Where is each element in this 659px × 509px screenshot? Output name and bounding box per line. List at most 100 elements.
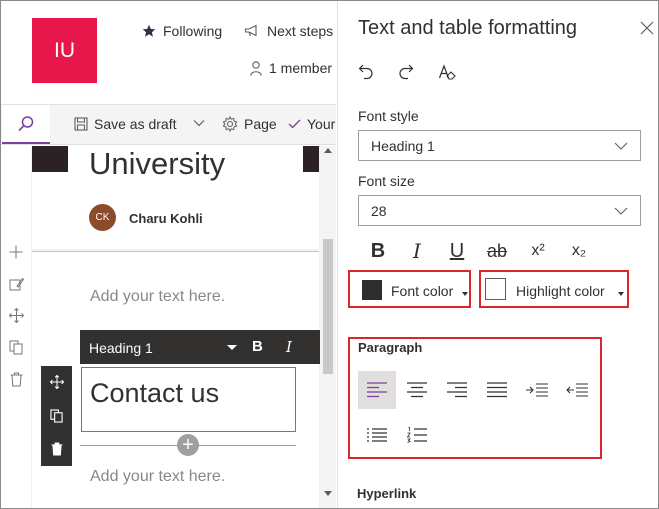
save-as-draft-label: Save as draft xyxy=(94,116,177,132)
scroll-down-arrow[interactable] xyxy=(324,491,332,496)
scroll-up-arrow[interactable] xyxy=(324,148,332,153)
your-label: Your xyxy=(307,116,336,132)
strikethrough-button[interactable]: ab xyxy=(485,240,509,262)
numbered-list-icon xyxy=(407,427,427,443)
increase-indent-icon xyxy=(526,383,548,397)
members-label: 1 member xyxy=(269,60,333,76)
move-icon xyxy=(8,307,24,323)
save-as-draft-button[interactable]: Save as draft xyxy=(74,116,177,132)
move-icon xyxy=(49,374,64,389)
search-button[interactable] xyxy=(2,105,50,144)
page-settings-button[interactable]: Page xyxy=(222,116,277,132)
subscript-button[interactable]: x₂ xyxy=(569,240,589,262)
next-steps-label: Next steps xyxy=(267,23,334,39)
avatar: CK xyxy=(89,204,116,231)
author-name[interactable]: Charu Kohli xyxy=(129,211,203,226)
header-image-thumbnail-right xyxy=(303,146,319,172)
following-label: Following xyxy=(163,23,223,39)
italic-button[interactable]: I xyxy=(408,239,426,263)
bold-button[interactable]: B xyxy=(369,240,387,262)
chevron-down-icon xyxy=(193,120,205,127)
font-color-button[interactable]: Font color xyxy=(348,270,471,308)
undo-redo-row xyxy=(358,64,456,87)
plus-icon: + xyxy=(182,434,194,456)
close-button[interactable] xyxy=(640,21,654,35)
megaphone-icon xyxy=(244,24,257,37)
move-section-button[interactable] xyxy=(48,373,65,390)
align-left-button[interactable] xyxy=(358,371,396,409)
superscript-button[interactable]: x² xyxy=(528,240,548,262)
gear-icon xyxy=(222,116,238,132)
site-header: IU Following Next steps 1 member xyxy=(1,1,336,103)
site-logo[interactable]: IU xyxy=(32,18,97,83)
justify-icon xyxy=(487,382,507,398)
paragraph-label: Paragraph xyxy=(358,340,423,355)
delete-webpart-button[interactable] xyxy=(7,370,25,388)
font-style-label: Font style xyxy=(358,108,419,124)
save-options-dropdown[interactable] xyxy=(193,119,205,127)
underline-button[interactable]: U xyxy=(447,240,467,262)
increase-indent-button[interactable] xyxy=(518,371,556,409)
logo-initials: IU xyxy=(54,38,75,62)
bullet-list-icon xyxy=(367,428,387,442)
search-icon xyxy=(18,115,34,131)
align-left-icon xyxy=(367,382,387,398)
edit-toolbox-rail xyxy=(1,146,31,508)
plus-icon xyxy=(9,245,23,259)
page-label: Page xyxy=(244,116,277,132)
redo-button[interactable] xyxy=(398,64,414,87)
next-steps-button[interactable]: Next steps xyxy=(244,23,333,39)
page-title[interactable]: University xyxy=(89,146,225,182)
bulleted-list-button[interactable] xyxy=(358,416,396,454)
caret-down-icon xyxy=(618,292,624,296)
duplicate-section-button[interactable] xyxy=(48,407,65,424)
save-icon xyxy=(74,117,88,131)
inline-style-dropdown[interactable]: Heading 1 xyxy=(89,340,153,356)
text-placeholder-bottom[interactable]: Add your text here. xyxy=(90,468,225,486)
highlight-color-button[interactable]: Highlight color xyxy=(479,270,629,308)
undo-button[interactable] xyxy=(358,64,374,87)
clear-format-icon xyxy=(438,64,456,80)
scroll-thumb[interactable] xyxy=(323,239,333,374)
text-placeholder-top[interactable]: Add your text here. xyxy=(90,288,225,306)
highlight-color-swatch xyxy=(485,278,506,300)
duplicate-webpart-button[interactable] xyxy=(7,338,25,356)
font-size-dropdown[interactable]: 28 xyxy=(358,195,641,226)
chevron-down-icon xyxy=(614,207,628,215)
heading-text-editor[interactable]: Contact us xyxy=(81,367,296,432)
move-webpart-button[interactable] xyxy=(7,306,25,324)
heading-text[interactable]: Contact us xyxy=(90,378,219,409)
inline-format-toolbar: Heading 1 B I xyxy=(80,330,320,364)
font-style-dropdown[interactable]: Heading 1 xyxy=(358,130,641,161)
page-canvas: University CK Charu Kohli Add your text … xyxy=(31,146,320,508)
header-image-thumbnail xyxy=(32,146,68,172)
add-section-button[interactable]: + xyxy=(177,434,199,456)
justify-button[interactable] xyxy=(478,371,516,409)
delete-icon xyxy=(10,372,22,386)
hyperlink-label: Hyperlink xyxy=(357,486,417,501)
font-color-swatch xyxy=(362,280,382,300)
copy-icon xyxy=(50,408,63,423)
align-center-icon xyxy=(407,382,427,398)
inline-italic-button[interactable]: I xyxy=(286,338,292,356)
redo-icon xyxy=(399,64,414,80)
clear-formatting-button[interactable] xyxy=(438,64,456,87)
members-button[interactable]: 1 member xyxy=(250,60,332,76)
person-icon xyxy=(250,60,262,76)
caret-down-icon[interactable] xyxy=(227,345,237,350)
decrease-indent-button[interactable] xyxy=(558,371,596,409)
add-webpart-button[interactable] xyxy=(7,243,25,261)
chevron-down-icon xyxy=(614,142,628,150)
your-button[interactable]: Your xyxy=(288,116,335,132)
following-button[interactable]: Following xyxy=(142,23,222,39)
canvas-scrollbar[interactable] xyxy=(320,146,336,508)
font-size-value: 28 xyxy=(371,203,387,219)
close-icon xyxy=(640,21,654,35)
delete-section-button[interactable] xyxy=(48,440,65,457)
edit-webpart-button[interactable] xyxy=(7,275,25,293)
align-right-icon xyxy=(447,382,467,398)
numbered-list-button[interactable] xyxy=(398,416,436,454)
align-center-button[interactable] xyxy=(398,371,436,409)
align-right-button[interactable] xyxy=(438,371,476,409)
inline-bold-button[interactable]: B xyxy=(252,338,263,355)
